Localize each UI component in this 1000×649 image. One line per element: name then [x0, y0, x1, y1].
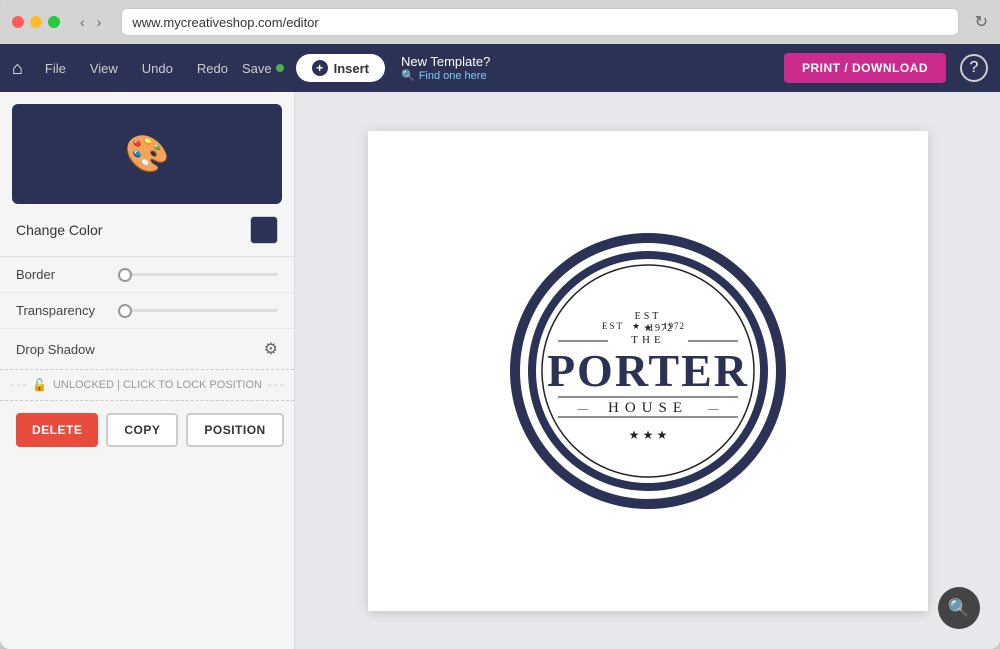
- svg-text:—: —: [577, 404, 589, 415]
- palette-icon: 🎨: [125, 133, 170, 175]
- action-buttons: DELETE COPY POSITION: [0, 401, 294, 459]
- transparency-slider[interactable]: [118, 309, 278, 312]
- zoom-button[interactable]: 🔍: [938, 587, 980, 629]
- browser-dots: [12, 16, 60, 28]
- browser-titlebar: ‹ › www.mycreativeshop.com/editor ↻: [0, 0, 1000, 44]
- logo-image[interactable]: EST ★ 1972 EST ★ 1972: [498, 221, 798, 521]
- redo-button[interactable]: Redo: [187, 55, 238, 82]
- save-indicator[interactable]: Save: [242, 61, 284, 76]
- border-slider-thumb[interactable]: [118, 268, 132, 282]
- insert-button[interactable]: + Insert: [296, 54, 385, 82]
- close-dot[interactable]: [12, 16, 24, 28]
- search-icon: 🔍: [401, 69, 415, 82]
- change-color-row: Change Color: [0, 204, 294, 257]
- svg-text:PORTER: PORTER: [546, 345, 748, 396]
- svg-text:HOUSE: HOUSE: [607, 400, 687, 416]
- drop-shadow-row: Drop Shadow ⚙: [0, 329, 294, 369]
- canvas-white: EST ★ 1972 EST ★ 1972: [368, 131, 928, 611]
- maximize-dot[interactable]: [48, 16, 60, 28]
- svg-text:★: ★: [631, 321, 639, 331]
- lock-bar[interactable]: - - - 🔓 UNLOCKED | CLICK TO LOCK POSITIO…: [0, 369, 294, 401]
- back-button[interactable]: ‹: [76, 12, 89, 32]
- svg-text:★: ★: [656, 428, 667, 442]
- color-preview-box: 🎨: [12, 104, 282, 204]
- lock-label: UNLOCKED | CLICK TO LOCK POSITION: [53, 379, 262, 391]
- border-slider[interactable]: [118, 273, 278, 276]
- left-panel: 🎨 Change Color Border Transparency: [0, 92, 295, 649]
- svg-text:EST: EST: [601, 321, 623, 331]
- help-button[interactable]: ?: [960, 54, 988, 82]
- plus-icon: +: [312, 60, 328, 76]
- zoom-icon: 🔍: [948, 598, 970, 619]
- lock-icon: 🔓: [32, 378, 47, 392]
- url-bar[interactable]: www.mycreativeshop.com/editor: [121, 8, 958, 36]
- minimize-dot[interactable]: [30, 16, 42, 28]
- border-row: Border: [0, 257, 294, 293]
- find-template-link[interactable]: 🔍 Find one here: [401, 69, 490, 82]
- save-status-dot: [276, 64, 284, 72]
- border-label: Border: [16, 267, 106, 282]
- canvas-area: EST ★ 1972 EST ★ 1972: [295, 92, 1000, 649]
- undo-button[interactable]: Undo: [132, 55, 183, 82]
- transparency-label: Transparency: [16, 303, 106, 318]
- drop-shadow-label: Drop Shadow: [16, 342, 95, 357]
- save-label: Save: [242, 61, 272, 76]
- copy-button[interactable]: COPY: [106, 413, 178, 447]
- change-color-label: Change Color: [16, 222, 102, 238]
- delete-button[interactable]: DELETE: [16, 413, 98, 447]
- insert-label: Insert: [334, 61, 369, 76]
- browser-window: ‹ › www.mycreativeshop.com/editor ↻ ⌂ Fi…: [0, 0, 1000, 649]
- transparency-row: Transparency: [0, 293, 294, 329]
- svg-text:—: —: [707, 404, 719, 415]
- main-toolbar: ⌂ File View Undo Redo Save + Insert New …: [0, 44, 1000, 92]
- browser-nav: ‹ ›: [76, 12, 105, 32]
- svg-text:1972: 1972: [663, 321, 685, 331]
- new-template-title: New Template?: [401, 54, 490, 69]
- color-swatch[interactable]: [250, 216, 278, 244]
- new-template-promo: New Template? 🔍 Find one here: [401, 54, 490, 82]
- print-download-button[interactable]: PRINT / DOWNLOAD: [784, 53, 946, 83]
- find-template-text: Find one here: [419, 70, 487, 82]
- svg-text:★: ★: [642, 428, 653, 442]
- forward-button[interactable]: ›: [93, 12, 106, 32]
- view-menu[interactable]: View: [80, 55, 128, 82]
- svg-text:★: ★: [628, 428, 639, 442]
- position-button[interactable]: POSITION: [186, 413, 283, 447]
- url-text: www.mycreativeshop.com/editor: [132, 15, 318, 30]
- home-button[interactable]: ⌂: [12, 58, 23, 79]
- main-area: 🎨 Change Color Border Transparency: [0, 92, 1000, 649]
- gear-icon[interactable]: ⚙: [264, 339, 278, 359]
- file-menu[interactable]: File: [35, 55, 76, 82]
- transparency-slider-thumb[interactable]: [118, 304, 132, 318]
- refresh-button[interactable]: ↻: [975, 12, 988, 32]
- app-content: ⌂ File View Undo Redo Save + Insert New …: [0, 44, 1000, 649]
